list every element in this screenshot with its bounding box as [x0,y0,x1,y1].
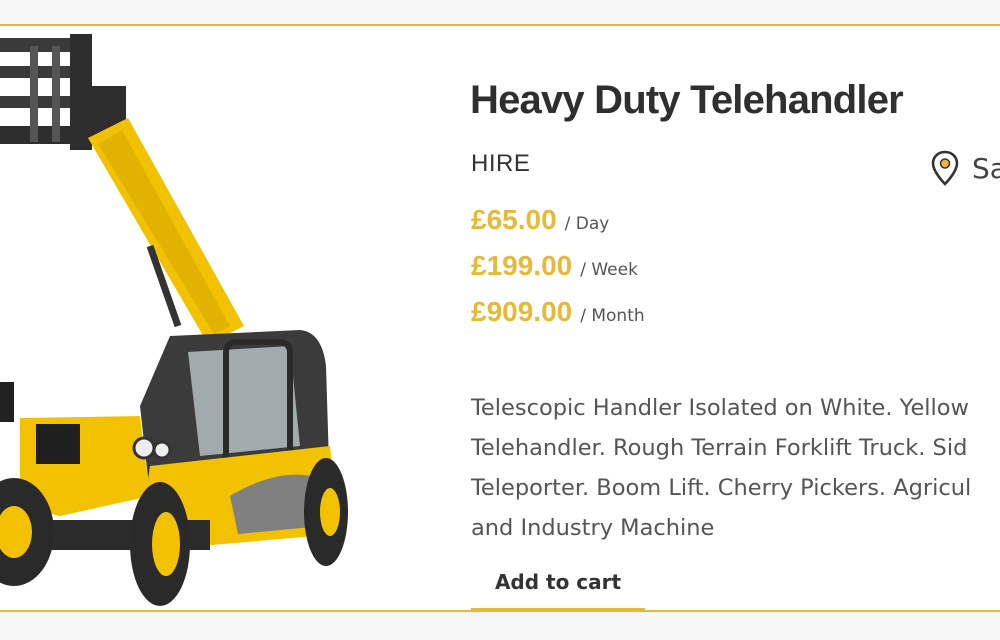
price-amount: £909.00 [471,296,573,327]
price-amount: £199.00 [471,250,573,281]
description-line: Telescopic Handler Isolated on White. Ye… [471,395,969,421]
price-period: / Week [580,260,638,280]
description-line: Teleporter. Boom Lift. Cherry Pickers. A… [471,475,972,501]
product-card: Heavy Duty Telehandler HIRE Sa £65.00 / … [0,24,1000,612]
product-category: HIRE [471,150,531,177]
description-line: Telehandler. Rough Terrain Forklift Truc… [471,435,968,461]
price-row-day: £65.00 / Day [471,204,645,250]
product-description: Telescopic Handler Isolated on White. Ye… [471,388,1000,548]
description-line: and Industry Machine [471,515,715,541]
price-period: / Day [564,214,610,234]
price-amount: £65.00 [471,204,557,235]
price-row-month: £909.00 / Month [471,296,645,342]
price-row-week: £199.00 / Week [471,250,645,296]
product-image-telehandler[interactable] [0,26,440,610]
map-pin-icon [931,150,959,186]
price-list: £65.00 / Day £199.00 / Week £909.00 / Mo… [471,204,645,342]
price-period: / Month [580,306,645,326]
location-text: Sa [972,151,1000,185]
product-title: Heavy Duty Telehandler [470,78,904,122]
add-to-cart-button[interactable]: Add to cart [471,564,645,610]
product-location[interactable]: Sa [930,150,1000,186]
